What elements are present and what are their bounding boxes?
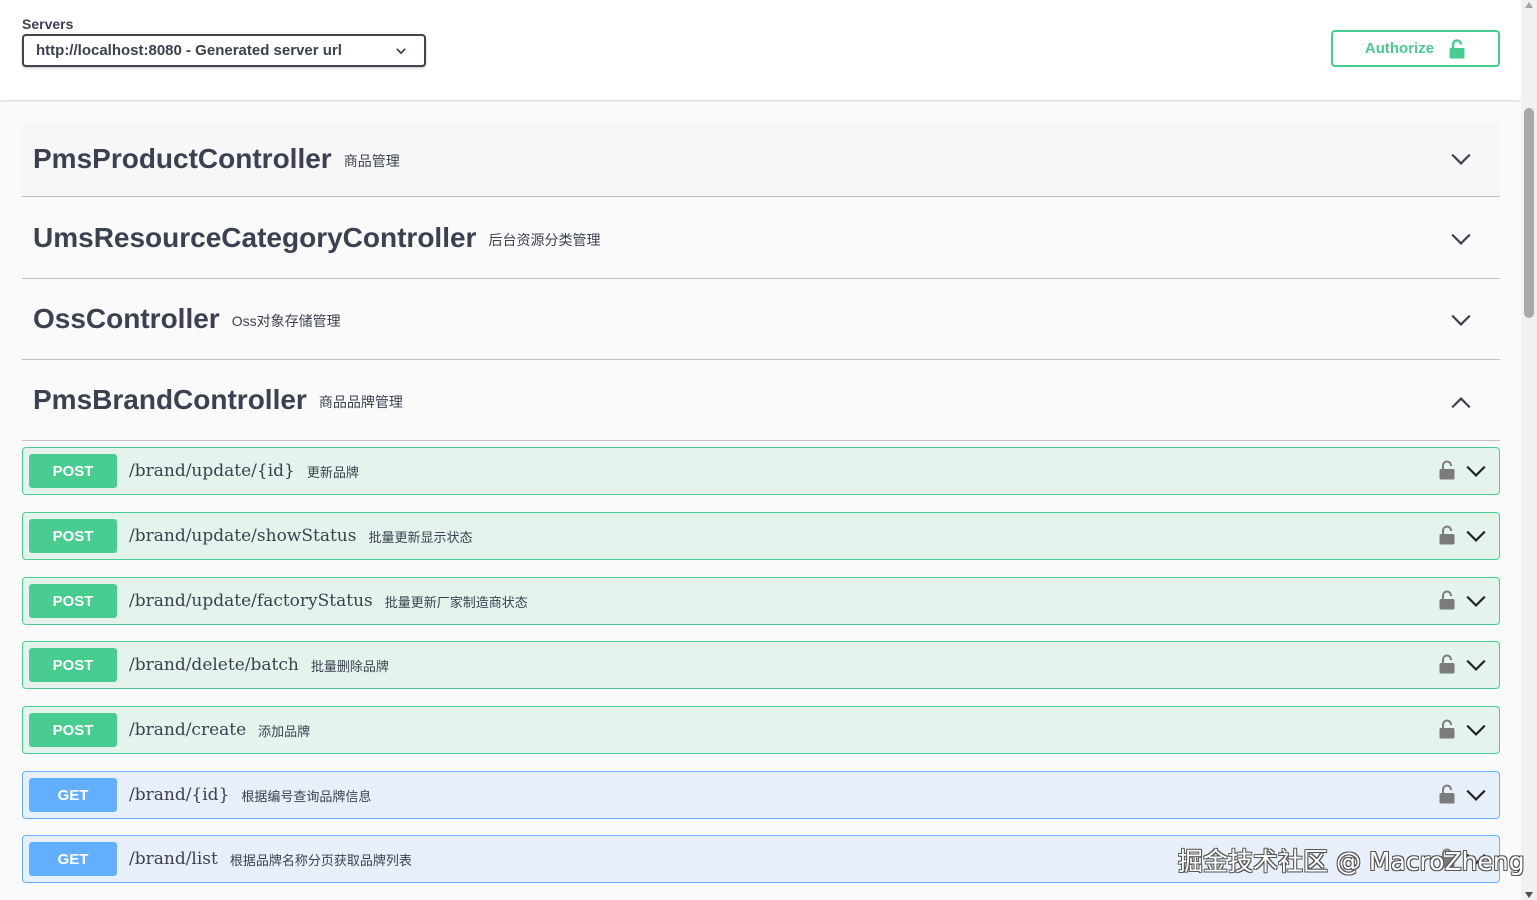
chevron-up-icon[interactable] bbox=[1450, 392, 1472, 414]
unlocked-lock-icon[interactable] bbox=[1439, 719, 1455, 739]
unlocked-lock-icon[interactable] bbox=[1439, 784, 1455, 804]
unlocked-lock-icon[interactable] bbox=[1439, 654, 1455, 674]
tag-description: 商品管理 bbox=[343, 153, 400, 169]
chevron-down-icon[interactable] bbox=[1465, 525, 1487, 547]
method-badge: GET bbox=[29, 778, 117, 812]
method-badge: POST bbox=[29, 454, 117, 488]
watermark: 掘金技术社区 @ MacroZheng bbox=[1178, 847, 1525, 876]
scroll-up-arrow-icon[interactable] bbox=[1525, 2, 1533, 8]
operation-summary: 更新品牌 bbox=[306, 464, 359, 480]
operation-row[interactable]: POST /brand/create 添加品牌 bbox=[22, 706, 1500, 754]
method-badge: POST bbox=[29, 584, 117, 618]
authorize-button[interactable]: Authorize bbox=[1331, 30, 1500, 67]
method-badge: POST bbox=[29, 648, 117, 682]
tag-description: Oss对象存储管理 bbox=[231, 313, 341, 329]
scroll-down-arrow-icon[interactable] bbox=[1525, 892, 1533, 898]
operation-summary: 根据品牌名称分页获取品牌列表 bbox=[229, 852, 412, 868]
operation-row[interactable]: GET /brand/{id} 根据编号查询品牌信息 bbox=[22, 771, 1500, 819]
tag-description: 后台资源分类管理 bbox=[488, 231, 601, 248]
tag-description: 商品品牌管理 bbox=[318, 394, 403, 410]
operation-path: /brand/update/showStatus bbox=[129, 526, 357, 546]
chevron-down-icon[interactable] bbox=[1465, 590, 1487, 612]
operation-summary: 根据编号查询品牌信息 bbox=[241, 788, 372, 804]
chevron-down-icon bbox=[396, 48, 406, 55]
tag-ums-resource-category-controller[interactable]: UmsResourceCategoryController 后台资源分类管理 bbox=[22, 197, 1500, 279]
method-badge: GET bbox=[29, 842, 117, 876]
vertical-scrollbar[interactable] bbox=[1521, 0, 1537, 900]
tag-name: OssController bbox=[33, 303, 220, 334]
operation-path: /brand/list bbox=[129, 849, 218, 869]
chevron-down-icon[interactable] bbox=[1450, 148, 1472, 170]
method-badge: POST bbox=[29, 713, 117, 747]
chevron-down-icon[interactable] bbox=[1465, 654, 1487, 676]
tag-pms-brand-controller[interactable]: PmsBrandController 商品品牌管理 bbox=[22, 360, 1500, 441]
scrollbar-thumb[interactable] bbox=[1524, 108, 1534, 318]
chevron-down-icon[interactable] bbox=[1465, 784, 1487, 806]
unlocked-lock-icon[interactable] bbox=[1439, 525, 1455, 545]
method-badge: POST bbox=[29, 519, 117, 553]
unlocked-lock-icon[interactable] bbox=[1439, 460, 1455, 480]
servers-label: Servers bbox=[22, 16, 74, 32]
tag-name: UmsResourceCategoryController bbox=[33, 221, 477, 253]
operation-summary: 批量删除品牌 bbox=[310, 658, 389, 674]
operation-row[interactable]: POST /brand/update/{id} 更新品牌 bbox=[22, 447, 1500, 495]
operation-path: /brand/update/{id} bbox=[129, 461, 295, 481]
operation-path: /brand/create bbox=[129, 720, 247, 740]
chevron-down-icon[interactable] bbox=[1450, 228, 1472, 250]
server-select-value: http://localhost:8080 - Generated server… bbox=[36, 42, 342, 59]
operation-row[interactable]: POST /brand/update/factoryStatus 批量更新厂家制… bbox=[22, 577, 1500, 625]
operation-path: /brand/delete/batch bbox=[129, 655, 299, 675]
unlocked-lock-icon[interactable] bbox=[1439, 590, 1455, 610]
chevron-down-icon[interactable] bbox=[1465, 460, 1487, 482]
unlocked-lock-icon bbox=[1449, 38, 1465, 58]
authorize-label: Authorize bbox=[1364, 40, 1435, 57]
operation-summary: 批量更新显示状态 bbox=[368, 529, 473, 545]
chevron-down-icon[interactable] bbox=[1465, 719, 1487, 741]
operation-summary: 批量更新厂家制造商状态 bbox=[384, 594, 528, 610]
operation-row[interactable]: POST /brand/delete/batch 批量删除品牌 bbox=[22, 641, 1500, 689]
tag-oss-controller[interactable]: OssController Oss对象存储管理 bbox=[22, 279, 1500, 360]
operation-path: /brand/update/factoryStatus bbox=[129, 591, 373, 611]
operation-summary: 添加品牌 bbox=[258, 723, 311, 739]
servers-bar: Servers http://localhost:8080 - Generate… bbox=[0, 0, 1521, 100]
tag-pms-product-controller[interactable]: PmsProductController 商品管理 bbox=[22, 122, 1500, 197]
tag-name: PmsBrandController bbox=[33, 384, 307, 415]
operation-path: /brand/{id} bbox=[129, 785, 230, 805]
chevron-down-icon[interactable] bbox=[1450, 309, 1472, 331]
tag-name: PmsProductController bbox=[33, 143, 332, 174]
operation-row[interactable]: POST /brand/update/showStatus 批量更新显示状态 bbox=[22, 512, 1500, 560]
server-select[interactable]: http://localhost:8080 - Generated server… bbox=[22, 34, 426, 67]
